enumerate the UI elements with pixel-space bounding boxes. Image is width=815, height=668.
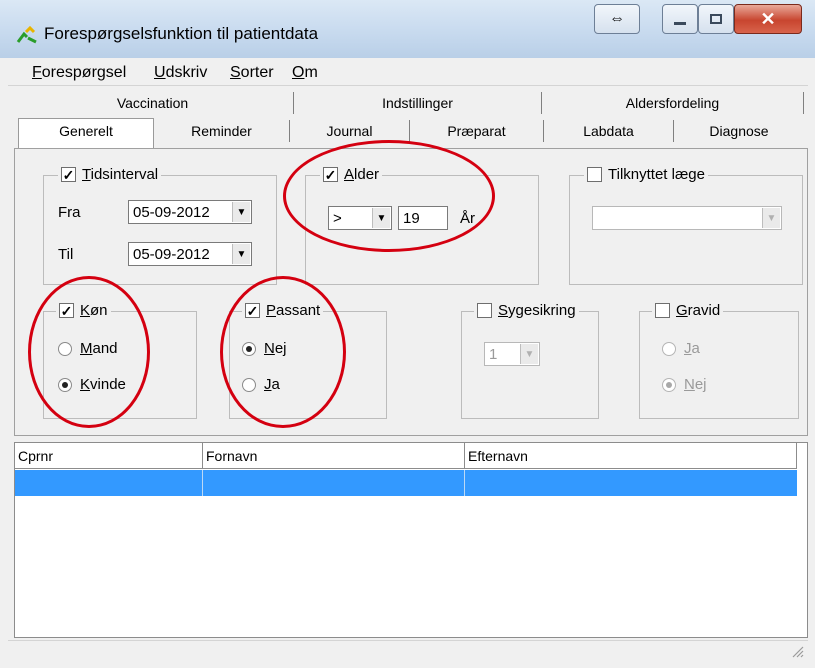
tidsinterval-group: ✓ Tidsinterval Fra 05-09-2012 ▼ Til 05-0… — [43, 166, 277, 285]
chevron-down-icon[interactable]: ▼ — [762, 208, 780, 228]
column-header-fornavn[interactable]: Fornavn — [203, 443, 465, 469]
gravid-ja-radio[interactable] — [662, 341, 676, 356]
menu-bar: Forespørgsel Udskriv Sorter Om — [8, 60, 808, 86]
tab-diagnose[interactable]: Diagnose — [674, 120, 804, 142]
tilknyttet-laege-group: Tilknyttet læge ▼ — [569, 166, 803, 285]
kon-checkbox[interactable]: ✓ — [59, 303, 74, 318]
maximize-icon — [710, 14, 722, 24]
alder-legend[interactable]: ✓ Alder — [320, 166, 383, 183]
sygesikring-label: Sygesikring — [498, 302, 576, 319]
tab-indstillinger[interactable]: Indstillinger — [294, 92, 542, 114]
tab-reminder[interactable]: Reminder — [154, 120, 290, 142]
tab-strip: Vaccination Indstillinger Aldersfordelin… — [8, 86, 808, 148]
alder-checkbox[interactable]: ✓ — [323, 167, 338, 182]
gravid-option-nej[interactable]: Nej — [662, 376, 707, 393]
passant-option-nej[interactable]: Nej — [242, 340, 287, 357]
fra-date-picker[interactable]: 05-09-2012 ▼ — [128, 200, 252, 224]
tab-vaccination[interactable]: Vaccination — [12, 92, 294, 114]
tilknyttet-label: Tilknyttet læge — [608, 166, 705, 183]
snap-button[interactable]: ⇔ — [594, 4, 640, 34]
column-header-cprnr[interactable]: Cprnr — [15, 443, 203, 469]
app-window: Forespørgselsfunktion til patientdata ⇔ … — [0, 0, 815, 668]
tidsinterval-legend[interactable]: ✓ Tidsinterval — [58, 166, 162, 183]
resize-grip-icon[interactable] — [790, 644, 804, 658]
tilknyttet-laege-select[interactable]: ▼ — [592, 206, 782, 230]
kvinde-radio[interactable] — [58, 377, 72, 392]
tab-praeparat[interactable]: Præparat — [410, 120, 544, 142]
mand-radio[interactable] — [58, 341, 72, 356]
kon-group: ✓ Køn Mand Kvinde — [43, 302, 197, 419]
menu-om[interactable]: Om — [292, 64, 318, 82]
chevron-down-icon[interactable]: ▼ — [232, 244, 250, 264]
title-bar[interactable]: Forespørgselsfunktion til patientdata ⇔ … — [0, 0, 815, 58]
gravid-option-ja[interactable]: Ja — [662, 340, 700, 357]
kon-legend[interactable]: ✓ Køn — [56, 302, 111, 319]
tidsinterval-label: Tidsinterval — [82, 166, 159, 183]
minimize-icon — [674, 21, 686, 25]
grid-header: Cprnr Fornavn Efternavn — [15, 443, 809, 469]
menu-udskriv[interactable]: Udskriv — [154, 64, 207, 82]
tidsinterval-checkbox[interactable]: ✓ — [61, 167, 76, 182]
kon-option-kvinde[interactable]: Kvinde — [58, 376, 126, 393]
cell-cprnr[interactable] — [15, 470, 203, 496]
sygesikring-checkbox[interactable] — [477, 303, 492, 318]
gravid-group: Gravid Ja Nej — [639, 302, 799, 419]
tab-labdata[interactable]: Labdata — [544, 120, 674, 142]
close-button[interactable]: ✕ — [734, 4, 802, 34]
menu-sorter[interactable]: Sorter — [230, 64, 274, 82]
alder-label: Alder — [344, 166, 380, 183]
alder-unit-label: År — [460, 210, 475, 227]
app-icon — [16, 26, 37, 44]
column-header-efternavn[interactable]: Efternavn — [465, 443, 797, 469]
minimize-button[interactable] — [662, 4, 698, 34]
nej-radio[interactable] — [242, 341, 256, 356]
alder-group: ✓ Alder > ▼ 19 År — [305, 166, 539, 285]
gravid-label: Gravid — [676, 302, 721, 319]
chevron-down-icon[interactable]: ▼ — [232, 202, 250, 222]
menu-foresporgsel[interactable]: Forespørgsel — [32, 64, 126, 82]
passant-label: Passant — [266, 302, 321, 319]
passant-legend[interactable]: ✓ Passant — [242, 302, 324, 319]
tab-generelt[interactable]: Generelt — [18, 118, 154, 148]
sygesikring-group: Sygesikring 1 ▼ — [461, 302, 599, 419]
window-title: Forespørgselsfunktion til patientdata — [44, 24, 319, 43]
alder-operator-select[interactable]: > ▼ — [328, 206, 392, 230]
passant-option-ja[interactable]: Ja — [242, 376, 280, 393]
ja-radio[interactable] — [242, 377, 256, 392]
gravid-nej-radio[interactable] — [662, 377, 676, 392]
kon-option-mand[interactable]: Mand — [58, 340, 118, 357]
gravid-legend[interactable]: Gravid — [652, 302, 724, 319]
passant-checkbox[interactable]: ✓ — [245, 303, 260, 318]
chevron-down-icon[interactable]: ▼ — [520, 344, 538, 364]
passant-group: ✓ Passant Nej Ja — [229, 302, 387, 419]
close-icon: ✕ — [760, 8, 776, 29]
tilknyttet-legend[interactable]: Tilknyttet læge — [584, 166, 708, 183]
kon-label: Køn — [80, 302, 108, 319]
gravid-checkbox[interactable] — [655, 303, 670, 318]
tilknyttet-checkbox[interactable] — [587, 167, 602, 182]
cell-fornavn[interactable] — [203, 470, 465, 496]
resize-arrows-icon: ⇔ — [609, 10, 625, 27]
results-grid[interactable]: Cprnr Fornavn Efternavn — [14, 442, 808, 638]
tab-aldersfordeling[interactable]: Aldersfordeling — [542, 92, 804, 114]
cell-efternavn[interactable] — [465, 470, 797, 496]
chevron-down-icon[interactable]: ▼ — [372, 208, 390, 228]
sygesikring-legend[interactable]: Sygesikring — [474, 302, 579, 319]
sygesikring-select[interactable]: 1 ▼ — [484, 342, 540, 366]
til-label: Til — [58, 246, 74, 263]
status-bar — [8, 640, 808, 662]
fra-label: Fra — [58, 204, 81, 221]
tab-journal[interactable]: Journal — [290, 120, 410, 142]
table-row[interactable] — [15, 470, 797, 496]
maximize-button[interactable] — [698, 4, 734, 34]
alder-value-input[interactable]: 19 — [398, 206, 448, 230]
til-date-picker[interactable]: 05-09-2012 ▼ — [128, 242, 252, 266]
generelt-panel: ✓ Tidsinterval Fra 05-09-2012 ▼ Til 05-0… — [14, 148, 808, 436]
